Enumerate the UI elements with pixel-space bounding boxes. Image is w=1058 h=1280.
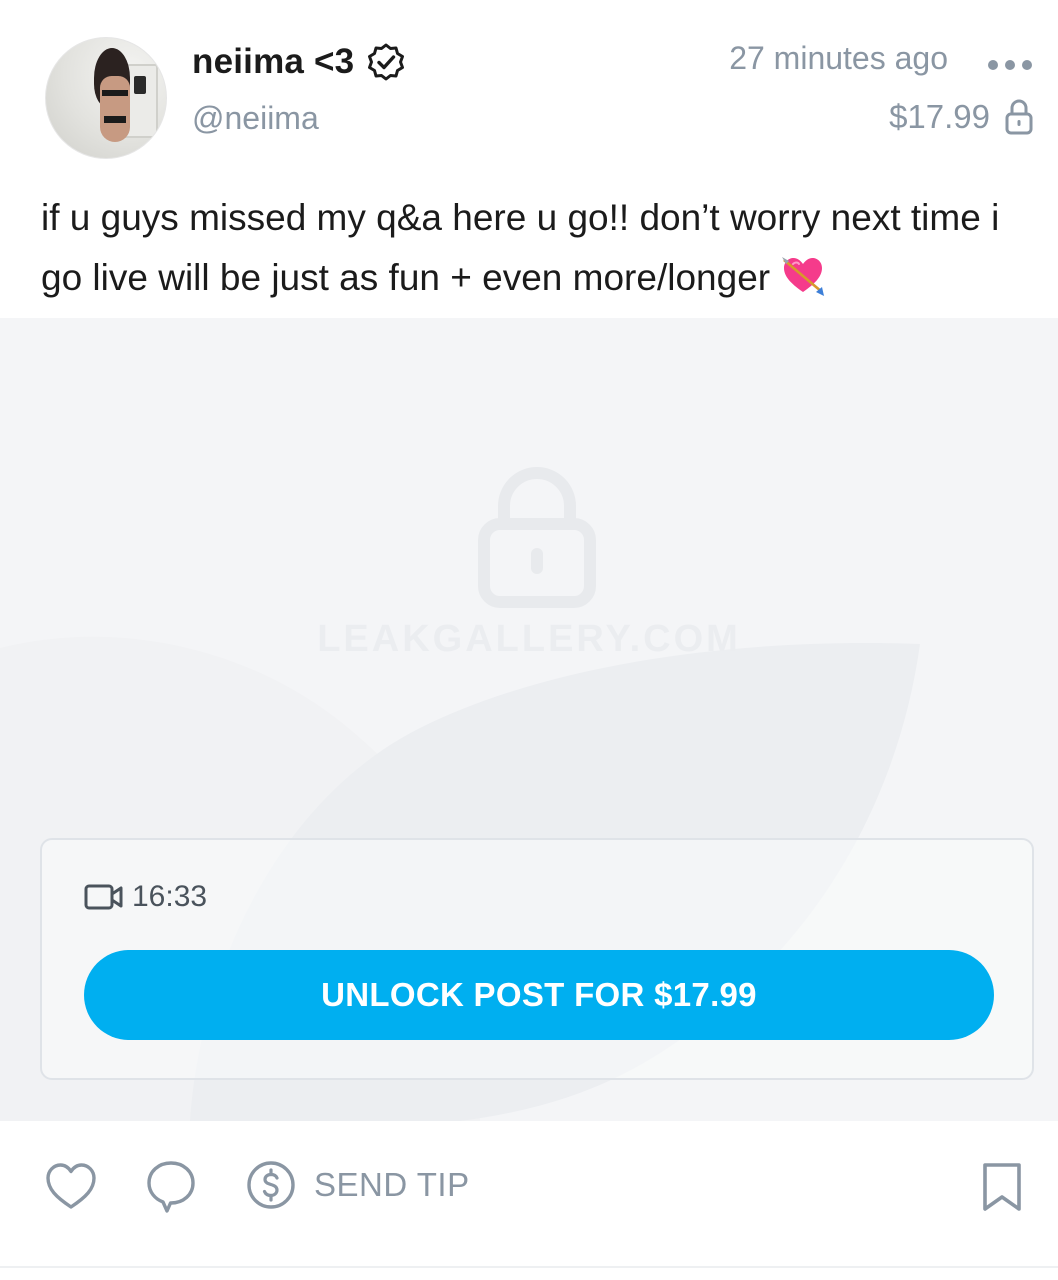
avatar-phone bbox=[134, 76, 146, 94]
author-display-name[interactable]: neiima <3 bbox=[192, 42, 354, 82]
more-options-icon[interactable] bbox=[988, 58, 1032, 72]
avatar[interactable] bbox=[45, 37, 167, 159]
video-duration-text: 16:33 bbox=[132, 880, 208, 913]
author-username[interactable]: @neiima bbox=[192, 100, 319, 137]
heart-with-arrow-emoji-icon bbox=[782, 257, 826, 296]
send-tip-button[interactable]: SEND TIP bbox=[246, 1159, 470, 1211]
caption-text: if u guys missed my q&a here u go!! don’… bbox=[41, 197, 1000, 298]
avatar-detail bbox=[102, 90, 128, 96]
lock-icon bbox=[1005, 99, 1033, 135]
video-camera-icon bbox=[84, 884, 123, 910]
post-actions: SEND TIP bbox=[0, 1121, 1058, 1271]
unlock-card: 16:33 UNLOCK POST FOR $17.99 bbox=[40, 838, 1034, 1080]
unlock-post-button[interactable]: UNLOCK POST FOR $17.99 bbox=[84, 950, 994, 1040]
author-name-row[interactable]: neiima <3 bbox=[192, 38, 406, 86]
comment-bubble-icon[interactable] bbox=[146, 1159, 196, 1215]
dot bbox=[1005, 60, 1015, 70]
avatar-detail bbox=[104, 116, 126, 123]
video-duration: 16:33 bbox=[84, 880, 207, 914]
avatar-figure bbox=[100, 76, 130, 142]
post-header: neiima <3 @neiima 27 minutes ago $17.99 bbox=[0, 0, 1058, 170]
media-lock-icon bbox=[478, 467, 596, 608]
post-price: $17.99 bbox=[889, 98, 1034, 136]
verified-badge-icon bbox=[368, 43, 405, 81]
divider bbox=[0, 1266, 1058, 1268]
dot bbox=[988, 60, 998, 70]
heart-outline-icon[interactable] bbox=[44, 1161, 98, 1211]
dollar-circle-icon bbox=[247, 1161, 295, 1209]
bookmark-icon[interactable] bbox=[980, 1161, 1024, 1213]
post-caption: if u guys missed my q&a here u go!! don’… bbox=[41, 188, 1021, 308]
post-timestamp[interactable]: 27 minutes ago bbox=[729, 40, 948, 77]
send-tip-label: SEND TIP bbox=[314, 1166, 470, 1203]
dot bbox=[1022, 60, 1032, 70]
watermark: LEAKGALLERY.COM bbox=[317, 618, 741, 660]
locked-media[interactable]: LEAKGALLERY.COM 16:33 UNLOCK POST FOR $1… bbox=[0, 318, 1058, 1121]
price-label: $17.99 bbox=[889, 98, 990, 135]
